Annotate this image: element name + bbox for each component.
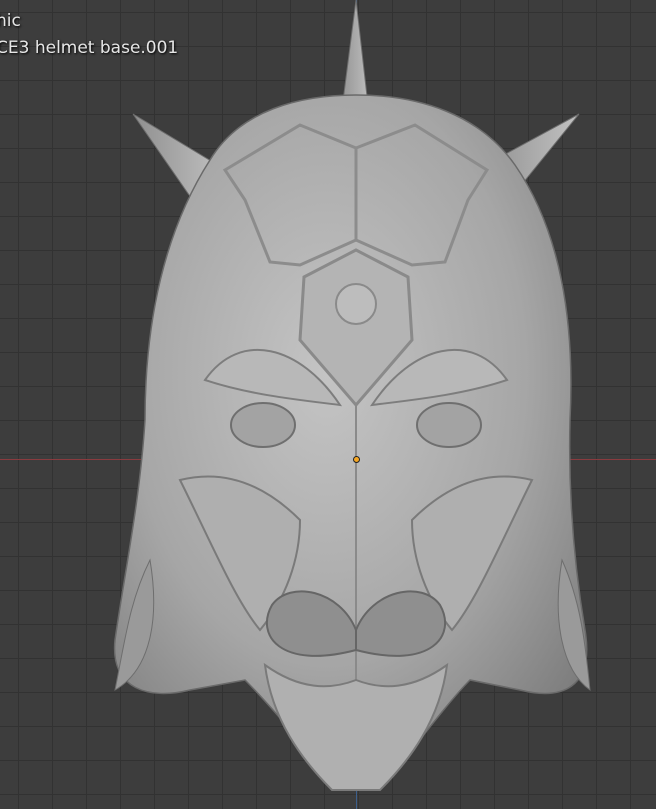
helmet-mesh[interactable] xyxy=(0,0,656,809)
viewport-info-overlay: hic CE3 helmet base.001 xyxy=(0,8,178,62)
forehead-gem xyxy=(335,283,377,325)
eye-left xyxy=(230,402,296,448)
chin-guard xyxy=(263,662,449,791)
3d-viewport[interactable]: hic CE3 helmet base.001 xyxy=(0,0,656,809)
eye-right xyxy=(416,402,482,448)
object-name-label: CE3 helmet base.001 xyxy=(0,38,179,58)
object-origin-dot[interactable] xyxy=(353,456,360,463)
view-mode-label: hic xyxy=(0,11,21,31)
